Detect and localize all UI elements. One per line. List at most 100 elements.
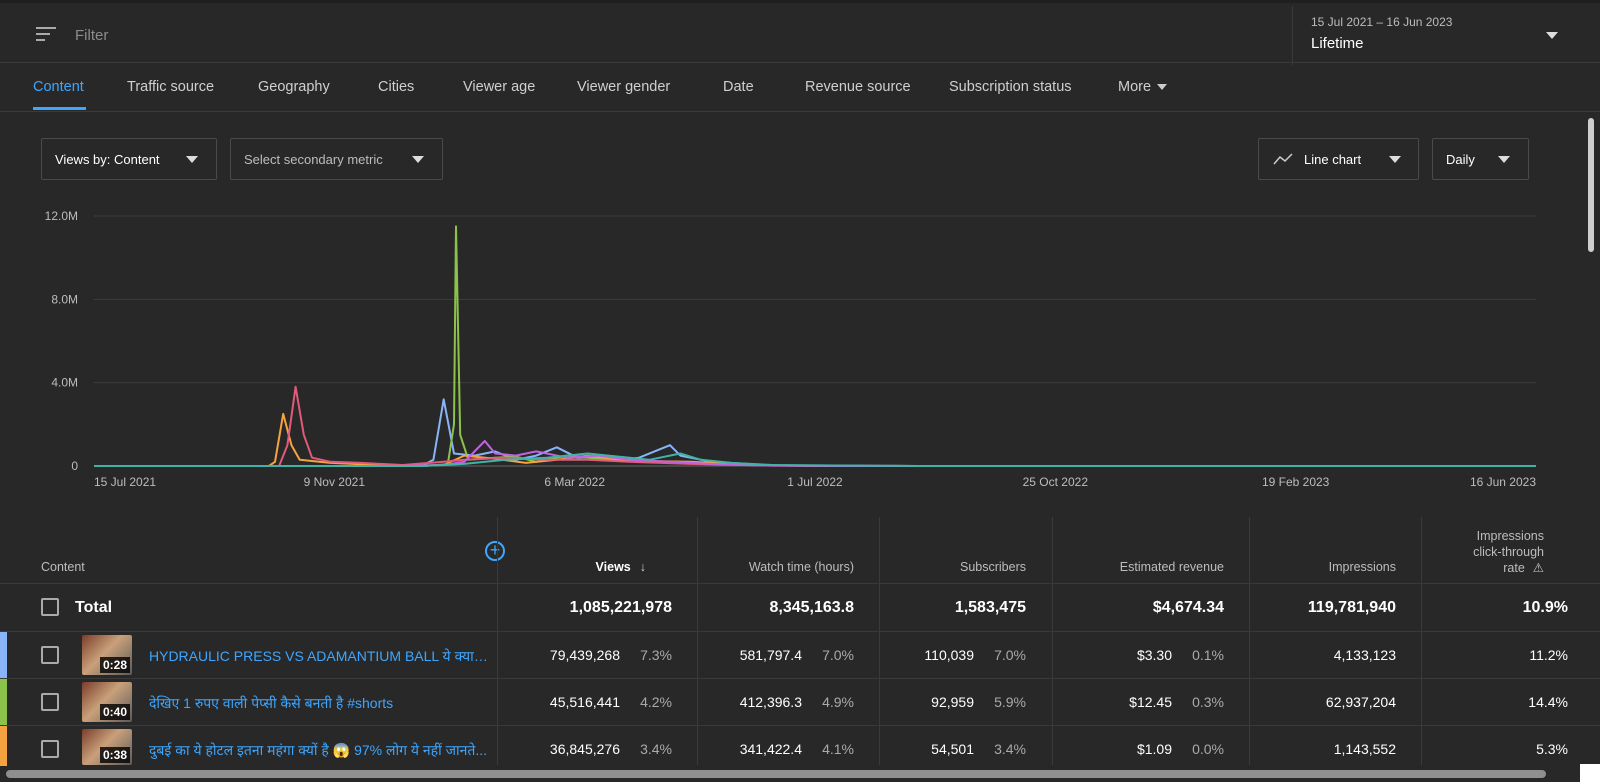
- video-title-link[interactable]: देखिए 1 रुपए वाली पेप्सी कैसे बनती है #s…: [149, 694, 489, 713]
- row-checkbox[interactable]: [41, 740, 59, 758]
- granularity-dropdown[interactable]: Daily: [1432, 138, 1529, 180]
- x-tick-label: 25 Oct 2022: [1023, 475, 1089, 489]
- video-duration: 0:38: [99, 747, 130, 763]
- header-views-label: Views: [595, 560, 631, 574]
- chevron-down-icon: [1389, 156, 1401, 163]
- tab-traffic-source[interactable]: Traffic source: [127, 79, 214, 95]
- vertical-scrollbar[interactable]: [1588, 118, 1594, 252]
- active-tab-indicator: [33, 107, 86, 110]
- row-checkbox[interactable]: [41, 693, 59, 711]
- subscribers-value: 110,039: [924, 647, 974, 663]
- tab-geography[interactable]: Geography: [258, 79, 330, 95]
- ctr-value: 14.4%: [1528, 694, 1568, 710]
- date-range-label: Lifetime: [1311, 35, 1364, 52]
- total-ctr: 10.9%: [1522, 599, 1568, 616]
- revenue-percent: 0.3%: [1192, 694, 1224, 710]
- sort-arrow-icon: ↓: [639, 560, 646, 574]
- secondary-metric-dropdown[interactable]: Select secondary metric: [230, 138, 443, 180]
- video-title-link[interactable]: दुबई का ये होटल इतना महंगा क्यों है 😱 97…: [149, 741, 489, 760]
- header-ctr[interactable]: Impressions click-through rate ⚠: [1430, 528, 1544, 576]
- chart-type-label: Line chart: [1304, 152, 1362, 167]
- revenue-percent: 0.1%: [1192, 647, 1224, 663]
- views-percent: 7.3%: [640, 647, 672, 663]
- header-revenue[interactable]: Estimated revenue: [1054, 560, 1224, 574]
- filter-input[interactable]: Filter: [75, 27, 108, 44]
- select-all-checkbox[interactable]: [41, 598, 59, 616]
- x-tick-label: 9 Nov 2021: [304, 475, 366, 489]
- warning-icon: ⚠: [1532, 561, 1544, 575]
- impressions-value: 62,937,204: [1325, 694, 1396, 710]
- table-row-total: Total 1,085,221,978 8,345,163.8 1,583,47…: [0, 584, 1600, 632]
- revenue-value: $3.30: [1136, 647, 1172, 663]
- revenue-percent: 0.0%: [1192, 741, 1224, 757]
- header-watch-time[interactable]: Watch time (hours): [700, 560, 854, 574]
- views-percent: 4.2%: [640, 694, 672, 710]
- total-impressions: 119,781,940: [1307, 599, 1396, 616]
- watch-time-percent: 4.1%: [822, 741, 854, 757]
- x-tick-label: 19 Feb 2023: [1262, 475, 1330, 489]
- header-impressions[interactable]: Impressions: [1250, 560, 1396, 574]
- chevron-down-icon: [1157, 84, 1168, 91]
- chevron-down-icon: [1546, 32, 1558, 39]
- secondary-metric-label: Select secondary metric: [244, 152, 383, 167]
- header-subscribers[interactable]: Subscribers: [880, 560, 1026, 574]
- views-value: 79,439,268: [549, 647, 620, 663]
- table-header: Content Views ↓ Watch time (hours) Subscr…: [0, 517, 1600, 584]
- tab-more-label: More: [1118, 79, 1152, 95]
- header-ctr-line3: rate: [1503, 561, 1525, 575]
- video-thumbnail[interactable]: 0:38: [82, 729, 132, 765]
- chart-type-dropdown[interactable]: Line chart: [1258, 138, 1419, 180]
- tab-date[interactable]: Date: [723, 79, 754, 95]
- tab-viewer-gender[interactable]: Viewer gender: [577, 79, 670, 95]
- video-duration: 0:40: [99, 704, 130, 720]
- line-chart-icon: [1273, 153, 1293, 165]
- x-tick-label: 1 Jul 2022: [787, 475, 843, 489]
- date-range-selector[interactable]: 15 Jul 2021 – 16 Jun 2023 Lifetime: [1292, 6, 1600, 65]
- header-ctr-line2: click-through: [1473, 545, 1544, 559]
- date-range-text: 15 Jul 2021 – 16 Jun 2023: [1311, 15, 1453, 29]
- filter-bar: Filter 15 Jul 2021 – 16 Jun 2023 Lifetim…: [0, 0, 1600, 65]
- tab-cities[interactable]: Cities: [378, 79, 414, 95]
- table-row: 0:38 दुबई का ये होटल इतना महंगा क्यों है…: [0, 726, 1600, 766]
- chevron-down-icon: [1498, 156, 1510, 163]
- primary-metric-dropdown[interactable]: Views by: Content: [41, 138, 217, 180]
- tab-revenue-source[interactable]: Revenue source: [805, 79, 911, 95]
- watch-time-percent: 4.9%: [822, 694, 854, 710]
- video-thumbnail[interactable]: 0:40: [82, 682, 132, 722]
- chevron-down-icon: [412, 156, 424, 163]
- series-line[interactable]: [94, 225, 1536, 467]
- ctr-value: 11.2%: [1529, 647, 1568, 663]
- total-views: 1,085,221,978: [569, 599, 672, 616]
- y-tick-label: 0: [71, 459, 78, 473]
- total-label: Total: [75, 599, 113, 616]
- granularity-label: Daily: [1446, 152, 1475, 167]
- y-tick-label: 12.0M: [45, 209, 78, 223]
- tab-subscription-status[interactable]: Subscription status: [949, 79, 1072, 95]
- header-ctr-line1: Impressions: [1476, 529, 1544, 543]
- subscribers-value: 92,959: [931, 694, 974, 710]
- tab-content[interactable]: Content: [33, 79, 84, 95]
- chevron-down-icon: [186, 156, 198, 163]
- table-row: 0:28 HYDRAULIC PRESS VS ADAMANTIUM BALL …: [0, 632, 1600, 679]
- video-thumbnail[interactable]: 0:28: [82, 635, 132, 675]
- total-watch-time: 8,345,163.8: [769, 599, 854, 616]
- tab-more[interactable]: More: [1118, 79, 1168, 95]
- add-metric-icon[interactable]: +: [485, 541, 505, 561]
- series-line[interactable]: [94, 398, 1536, 467]
- series-line[interactable]: [94, 385, 1536, 467]
- x-tick-label: 6 Mar 2022: [544, 475, 605, 489]
- views-value: 36,845,276: [549, 741, 620, 757]
- subscribers-value: 54,501: [931, 741, 974, 757]
- header-content[interactable]: Content: [41, 560, 85, 574]
- horizontal-scrollbar[interactable]: [6, 770, 1546, 778]
- video-title-link[interactable]: HYDRAULIC PRESS VS ADAMANTIUM BALL ये क्…: [149, 647, 489, 666]
- series-color-bar: [0, 679, 7, 725]
- subscribers-percent: 3.4%: [994, 741, 1026, 757]
- filter-icon[interactable]: [36, 27, 56, 41]
- row-checkbox[interactable]: [41, 646, 59, 664]
- series-line[interactable]: [94, 412, 1536, 467]
- header-views[interactable]: Views ↓: [560, 560, 646, 574]
- views-line-chart: 12.0M 8.0M 4.0M 0 15 Jul 2021 9 Nov 2021 6 Mar…: [45, 209, 1537, 489]
- watch-time-value: 581,797.4: [739, 647, 802, 663]
- tab-viewer-age[interactable]: Viewer age: [463, 79, 535, 95]
